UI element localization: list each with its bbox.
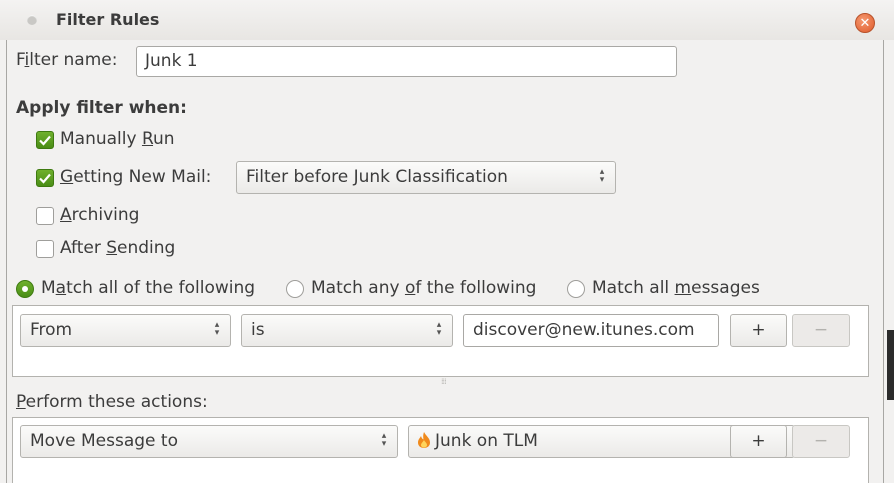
archiving-checkbox[interactable]	[36, 207, 54, 225]
spin-arrows-icon: ▴ ▾	[436, 320, 442, 338]
manually-run-checkbox[interactable]	[36, 131, 54, 149]
archiving-label[interactable]: Archiving	[60, 205, 139, 225]
match-any-radio[interactable]	[286, 280, 304, 298]
action-type-select[interactable]: Move Message to ▴ ▾	[20, 425, 398, 458]
pane-resize-handle[interactable]: ⁞⁞⁞	[441, 377, 447, 386]
window-title: Filter Rules	[56, 10, 160, 29]
getting-new-mail-checkbox[interactable]	[36, 169, 54, 187]
check-icon	[39, 135, 51, 146]
remove-rule-button[interactable]: −	[792, 314, 850, 347]
filter-name-label: Filter name:	[16, 50, 118, 70]
rule-value-input[interactable]: discover@new.itunes.com	[463, 314, 719, 347]
match-all-label[interactable]: Match all of the following	[41, 278, 255, 298]
rule-field-value: From	[30, 320, 73, 340]
rule-operator-select[interactable]: is ▴ ▾	[241, 314, 453, 347]
window-menu-icon[interactable]	[27, 15, 37, 25]
getting-new-mail-label[interactable]: Getting New Mail:	[60, 167, 211, 187]
action-target-value: Junk on TLM	[435, 431, 538, 451]
manually-run-label[interactable]: Manually Run	[60, 129, 175, 149]
match-all-messages-label[interactable]: Match all messages	[592, 278, 760, 298]
perform-actions-label: Perform these actions:	[16, 392, 208, 412]
junk-classification-value: Filter before Junk Classification	[246, 167, 508, 187]
check-icon	[39, 173, 51, 184]
action-type-value: Move Message to	[30, 431, 178, 451]
spin-arrows-icon: ▴ ▾	[214, 320, 220, 338]
spin-arrows-icon: ▴ ▾	[599, 167, 605, 185]
title-bar: Filter Rules ✕	[0, 0, 894, 40]
close-icon[interactable]: ✕	[855, 13, 875, 33]
junk-classification-select[interactable]: Filter before Junk Classification ▴ ▾	[236, 161, 616, 194]
remove-action-button[interactable]: −	[792, 425, 850, 458]
match-any-label[interactable]: Match any of the following	[311, 278, 536, 298]
filter-name-input[interactable]: Junk 1	[136, 46, 677, 77]
after-sending-checkbox[interactable]	[36, 240, 54, 258]
junk-flame-icon	[418, 432, 430, 448]
add-action-button[interactable]: +	[730, 425, 787, 458]
apply-filter-heading: Apply filter when:	[16, 98, 187, 118]
match-all-messages-radio[interactable]	[567, 280, 585, 298]
after-sending-label[interactable]: After Sending	[60, 238, 175, 258]
rule-field-select[interactable]: From ▴ ▾	[20, 314, 231, 347]
match-all-radio[interactable]	[16, 280, 34, 298]
background-window-edge	[887, 330, 894, 400]
add-rule-button[interactable]: +	[730, 314, 787, 347]
rule-operator-value: is	[251, 320, 265, 340]
spin-arrows-icon: ▴ ▾	[381, 431, 387, 449]
